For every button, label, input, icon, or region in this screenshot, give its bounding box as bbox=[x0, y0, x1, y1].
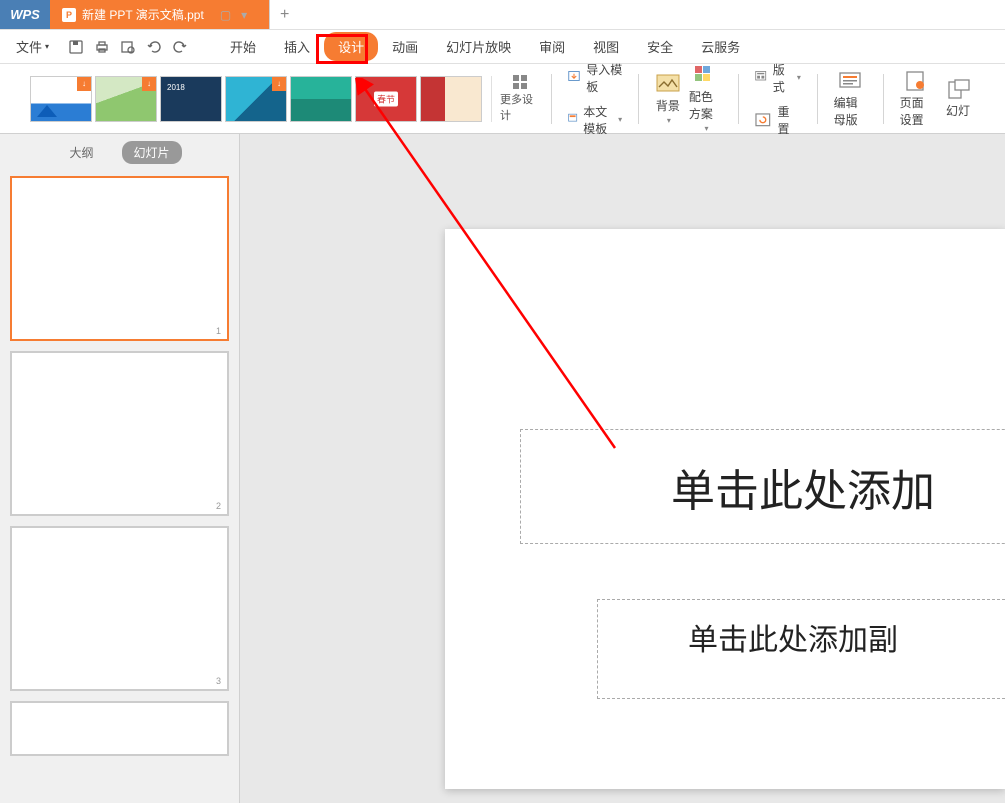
side-tabs: 大纲 幻灯片 bbox=[0, 134, 239, 170]
template-group: 导入模板 本文模板 bbox=[564, 59, 627, 139]
tab-controls: ▢ ▾ bbox=[210, 8, 257, 22]
slide-thumb-3[interactable]: 3 bbox=[10, 526, 229, 691]
slide-orientation-button[interactable]: 幻灯 bbox=[941, 76, 975, 121]
window-icon[interactable]: ▢ bbox=[220, 8, 231, 22]
grid-icon bbox=[513, 75, 527, 89]
slide-panel: 大纲 幻灯片 1 2 3 bbox=[0, 134, 240, 803]
title-placeholder[interactable]: 单击此处添加 bbox=[520, 429, 1005, 544]
background-button[interactable]: 背景 bbox=[651, 71, 685, 127]
slide-canvas[interactable]: 单击此处添加 单击此处添加副 bbox=[445, 229, 1005, 789]
reset-button[interactable]: 重置 bbox=[751, 101, 805, 139]
titlebar: WPS P 新建 PPT 演示文稿.ppt ▢ ▾ + bbox=[0, 0, 1005, 30]
template-thumb-4[interactable]: ↓ bbox=[225, 76, 287, 122]
ribbon-tabs: 开始 插入 设计 动画 幻灯片放映 审阅 视图 安全 云服务 bbox=[216, 32, 754, 61]
background-icon bbox=[655, 73, 681, 95]
slide-thumb-2[interactable]: 2 bbox=[10, 351, 229, 516]
separator bbox=[817, 74, 818, 124]
master-icon bbox=[837, 70, 863, 92]
menubar: 文件▾ 开始 插入 设计 动画 幻灯片放映 审阅 视图 安全 云服务 bbox=[0, 30, 1005, 64]
layout-icon bbox=[755, 70, 768, 86]
subtitle-placeholder[interactable]: 单击此处添加副 bbox=[597, 599, 1005, 699]
preview-icon[interactable] bbox=[119, 38, 137, 56]
layout-button[interactable]: 版式 bbox=[751, 59, 805, 97]
document-name: 新建 PPT 演示文稿.ppt bbox=[82, 6, 204, 23]
download-badge-icon: ↓ bbox=[272, 77, 286, 91]
document-tab[interactable]: P 新建 PPT 演示文稿.ppt ▢ ▾ bbox=[50, 0, 269, 29]
template-thumb-5[interactable] bbox=[290, 76, 352, 122]
color-scheme-button[interactable]: 配色方案 bbox=[685, 62, 726, 135]
template-thumb-2[interactable]: ↓ bbox=[95, 76, 157, 122]
page-setup-icon bbox=[903, 70, 929, 92]
separator bbox=[551, 74, 552, 124]
tab-security[interactable]: 安全 bbox=[633, 32, 687, 61]
file-menu[interactable]: 文件▾ bbox=[10, 33, 55, 60]
print-icon[interactable] bbox=[93, 38, 111, 56]
separator bbox=[638, 74, 639, 124]
tab-view[interactable]: 视图 bbox=[579, 32, 633, 61]
orientation-icon bbox=[945, 78, 971, 100]
slide-number: 3 bbox=[216, 676, 221, 686]
this-template-button[interactable]: 本文模板 bbox=[564, 101, 627, 139]
tab-start[interactable]: 开始 bbox=[216, 32, 270, 61]
slide-thumb-1[interactable]: 1 bbox=[10, 176, 229, 341]
wps-logo: WPS bbox=[0, 0, 50, 29]
dropdown-icon[interactable]: ▾ bbox=[241, 8, 247, 22]
page-setup-button[interactable]: 页面设置 bbox=[896, 68, 937, 130]
template-thumb-6[interactable] bbox=[355, 76, 417, 122]
slides-tab[interactable]: 幻灯片 bbox=[122, 141, 182, 164]
undo-icon[interactable] bbox=[145, 38, 163, 56]
tab-slideshow[interactable]: 幻灯片放映 bbox=[432, 32, 525, 61]
tab-design[interactable]: 设计 bbox=[324, 32, 378, 61]
template-thumb-1[interactable]: ↓ bbox=[30, 76, 92, 122]
save-icon[interactable] bbox=[67, 38, 85, 56]
ribbon-content: ↓ ↓ ↓ 更多设计 导入模板 本文模板 背景 配色方案 版式 bbox=[0, 64, 1005, 134]
import-template-button[interactable]: 导入模板 bbox=[564, 59, 627, 97]
new-tab-button[interactable]: + bbox=[269, 0, 299, 29]
slide-thumb-4[interactable] bbox=[10, 701, 229, 756]
download-badge-icon: ↓ bbox=[77, 77, 91, 91]
tab-cloud[interactable]: 云服务 bbox=[687, 32, 754, 61]
outline-tab[interactable]: 大纲 bbox=[57, 141, 105, 164]
slide-number: 1 bbox=[216, 326, 221, 336]
slide-number: 2 bbox=[216, 501, 221, 511]
separator bbox=[738, 74, 739, 124]
palette-icon bbox=[693, 64, 719, 86]
slide-thumbnails: 1 2 3 bbox=[0, 170, 239, 803]
tab-animation[interactable]: 动画 bbox=[378, 32, 432, 61]
download-badge-icon: ↓ bbox=[142, 77, 156, 91]
layout-group: 版式 重置 bbox=[751, 59, 805, 139]
more-design-button[interactable]: 更多设计 bbox=[491, 76, 539, 122]
reset-icon bbox=[755, 112, 773, 128]
template-thumb-3[interactable] bbox=[160, 76, 222, 122]
template-icon bbox=[568, 112, 579, 128]
tab-insert[interactable]: 插入 bbox=[270, 32, 324, 61]
separator bbox=[883, 74, 884, 124]
workspace: 大纲 幻灯片 1 2 3 单击此处添加 单击此处添加副 bbox=[0, 134, 1005, 803]
edit-master-button[interactable]: 编辑母版 bbox=[830, 68, 871, 130]
template-gallery: ↓ ↓ ↓ 更多设计 bbox=[30, 76, 539, 122]
template-thumb-7[interactable] bbox=[420, 76, 482, 122]
quick-access-toolbar bbox=[57, 38, 199, 56]
import-icon bbox=[568, 70, 582, 86]
tab-review[interactable]: 审阅 bbox=[525, 32, 579, 61]
redo-icon[interactable] bbox=[171, 38, 189, 56]
canvas-area: 单击此处添加 单击此处添加副 bbox=[240, 134, 1005, 803]
ppt-icon: P bbox=[62, 8, 76, 22]
